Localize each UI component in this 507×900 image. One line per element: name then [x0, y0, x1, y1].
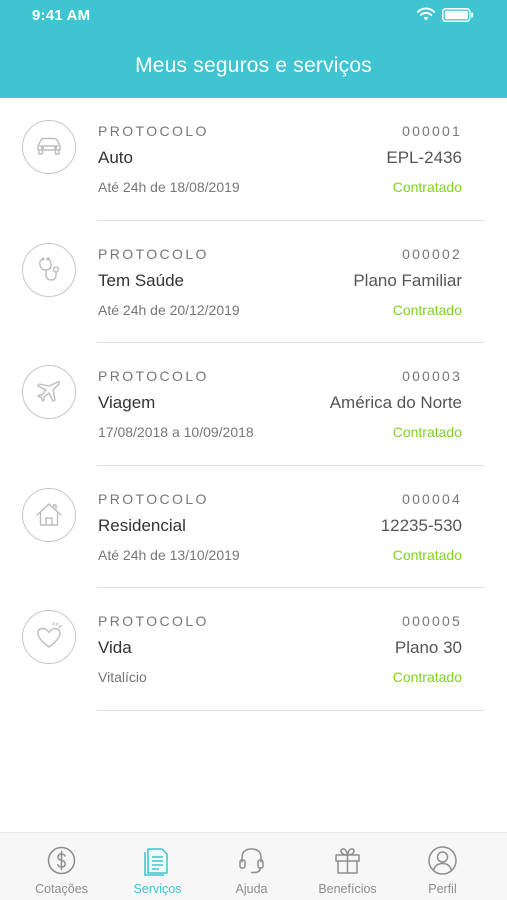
stethoscope-icon [22, 242, 76, 297]
tab-label: Serviços [133, 882, 182, 896]
tab-bar: Cotações Serviços Ajuda Benefícios Perfi… [0, 832, 507, 900]
protocol-number: 000004 [402, 490, 462, 507]
protocol-number: 000002 [402, 245, 462, 262]
tab-ajuda[interactable]: Ajuda [201, 833, 302, 900]
tab-servicos[interactable]: Serviços [107, 833, 208, 900]
wifi-icon [417, 7, 435, 21]
gift-icon [335, 848, 360, 874]
insurance-name: Viagem [98, 393, 156, 412]
insurance-detail: 12235-530 [380, 515, 462, 535]
heart-icon [22, 610, 76, 664]
insurance-name: Vida [98, 638, 132, 657]
page-title: Meus seguros e serviços [135, 54, 372, 77]
status-time: 9:41 AM [32, 7, 91, 24]
list-item[interactable]: PROTOCOLO 000005 Vida Plano 30 Vitalício… [0, 588, 507, 711]
divider [97, 709, 485, 711]
status-badge: Contratado [392, 546, 462, 563]
list-item[interactable]: PROTOCOLO 000002 Tem Saúde Plano Familia… [0, 221, 507, 343]
dollar-coin-icon [47, 846, 76, 875]
protocol-label: PROTOCOLO [98, 245, 209, 262]
headset-icon [239, 848, 264, 874]
protocol-number: 000005 [402, 613, 462, 629]
insurance-date: Até 24h de 18/08/2019 [98, 179, 240, 195]
insurance-list: PROTOCOLO 000001 Auto EPL-2436 Até 24h d… [0, 98, 507, 711]
house-icon [22, 487, 76, 542]
insurance-name: Tem Saúde [98, 270, 184, 290]
status-badge: Contratado [392, 301, 462, 318]
insurance-date: Até 24h de 20/12/2019 [98, 301, 240, 318]
insurance-date: 17/08/2018 a 10/09/2018 [98, 424, 254, 440]
status-bar: 9:41 AM [0, 0, 507, 32]
insurance-date: Até 24h de 13/10/2019 [98, 546, 240, 563]
protocol-number: 000003 [402, 368, 462, 384]
status-badge: Contratado [392, 424, 462, 440]
tab-cotacoes[interactable]: Cotações [11, 833, 112, 900]
tab-perfil[interactable]: Perfil [392, 833, 493, 900]
protocol-label: PROTOCOLO [98, 490, 209, 507]
protocol-number: 000001 [402, 123, 462, 139]
protocol-label: PROTOCOLO [98, 368, 209, 384]
tab-label: Cotações [35, 882, 88, 896]
insurance-date: Vitalício [98, 669, 147, 685]
list-item[interactable]: PROTOCOLO 000004 Residencial 12235-530 A… [0, 466, 507, 588]
battery-icon [442, 8, 474, 22]
status-badge: Contratado [392, 179, 462, 195]
insurance-detail: EPL-2436 [386, 148, 462, 167]
insurance-name: Residencial [98, 515, 186, 535]
document-icon [144, 848, 168, 876]
list-item[interactable]: PROTOCOLO 000003 Viagem América do Norte… [0, 343, 507, 466]
app-header: 9:41 AM Meus seguros e serviços [0, 0, 507, 98]
tab-label: Perfil [428, 882, 457, 896]
protocol-label: PROTOCOLO [98, 613, 209, 629]
insurance-name: Auto [98, 148, 133, 167]
insurance-detail: América do Norte [329, 393, 462, 412]
list-item[interactable]: PROTOCOLO 000001 Auto EPL-2436 Até 24h d… [0, 98, 507, 221]
tab-beneficios[interactable]: Benefícios [297, 833, 398, 900]
tab-label: Ajuda [235, 882, 268, 896]
insurance-detail: Plano 30 [394, 638, 462, 657]
status-badge: Contratado [392, 669, 462, 685]
tab-label: Benefícios [318, 882, 377, 896]
insurance-detail: Plano Familiar [353, 270, 462, 290]
user-icon [428, 846, 457, 875]
airplane-icon [22, 365, 76, 419]
car-icon [22, 120, 76, 174]
protocol-label: PROTOCOLO [98, 123, 209, 139]
